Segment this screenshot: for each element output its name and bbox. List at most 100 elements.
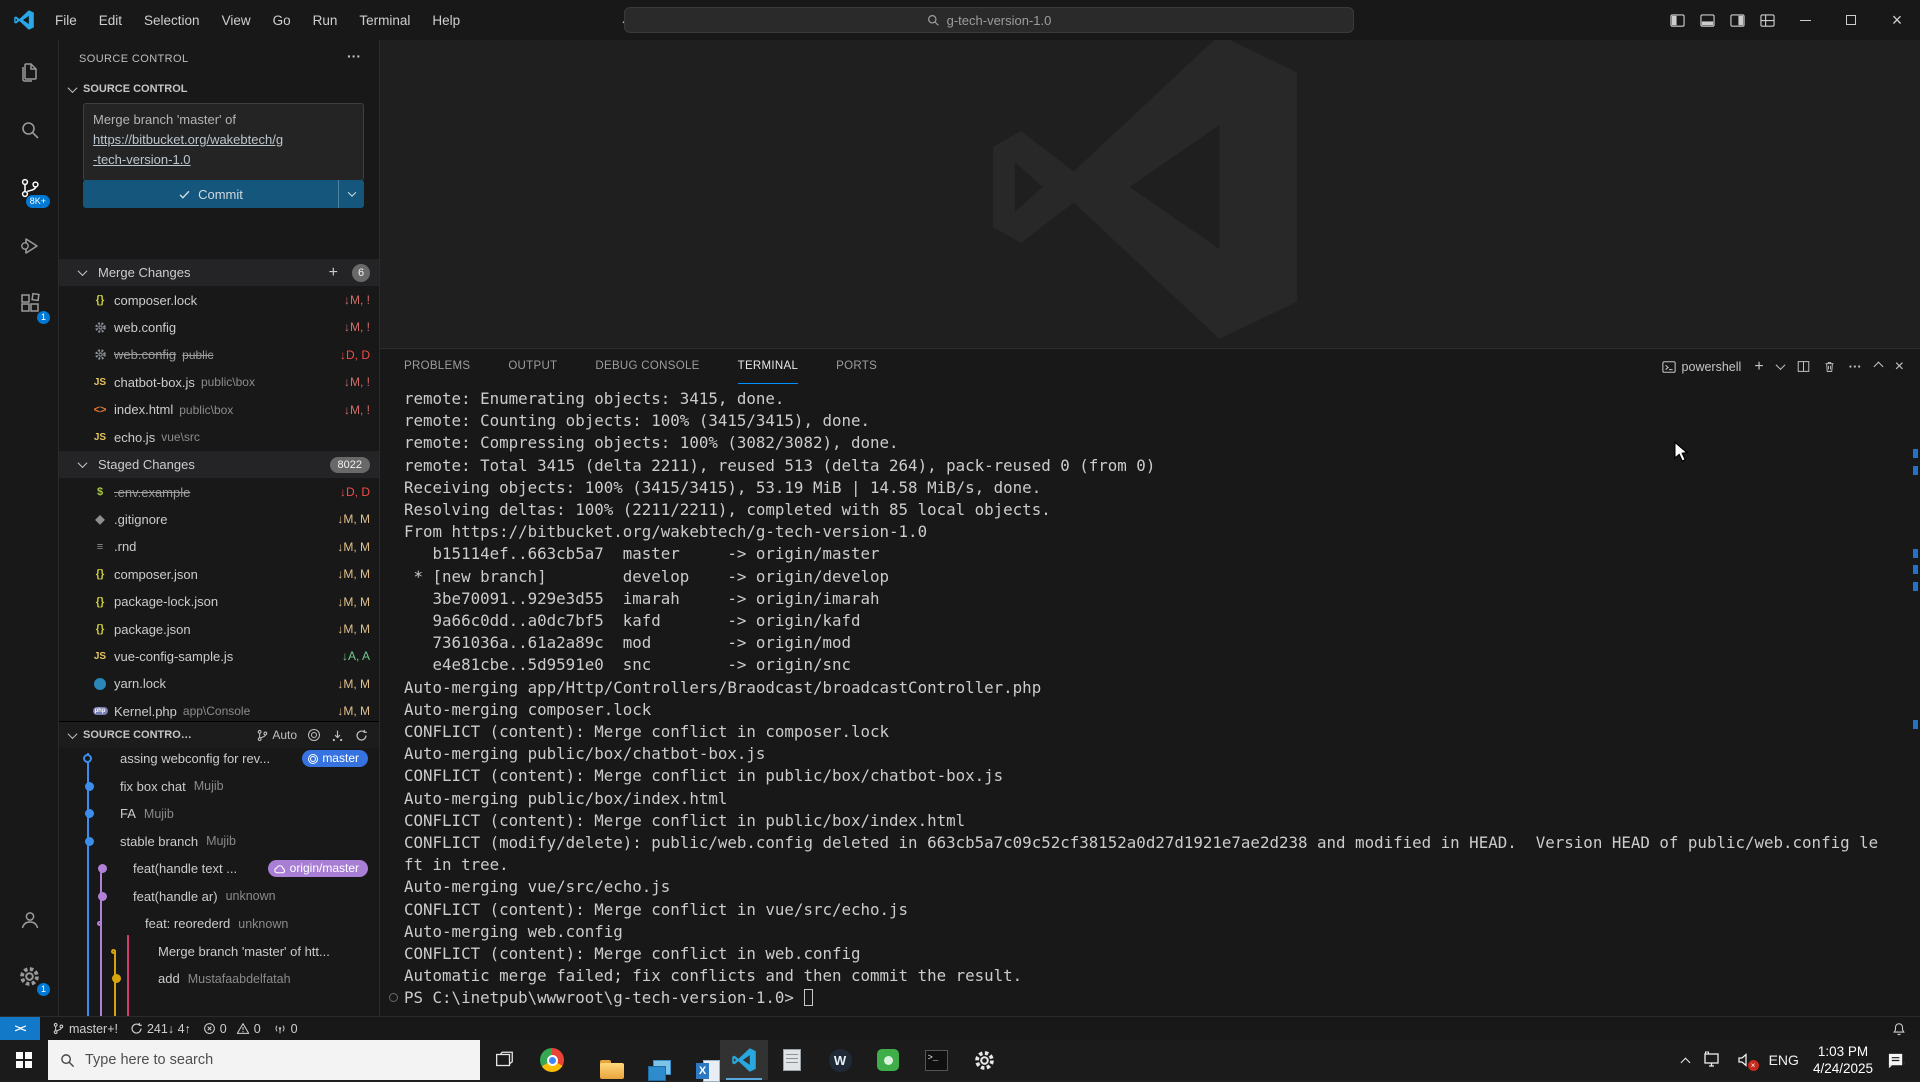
account-button[interactable] <box>0 896 59 944</box>
file-row[interactable]: <> index.html public\box ↓M, ! <box>59 396 379 423</box>
file-row[interactable]: {} package-lock.json ↓M, M <box>59 588 379 615</box>
file-row[interactable]: {} composer.lock ↓M, ! <box>59 286 379 313</box>
taskbar-app-vscode[interactable] <box>720 1040 768 1080</box>
maximize-panel-icon[interactable] <box>1873 361 1884 372</box>
clock[interactable]: 1:03 PM 4/24/2025 <box>1813 1043 1873 1077</box>
panel-tab-output[interactable]: OUTPUT <box>508 349 557 384</box>
sync-status[interactable]: 241↓ 4↑ <box>130 1022 191 1036</box>
taskbar-app-w-app[interactable]: W <box>816 1040 864 1080</box>
file-row[interactable]: {} package.json ↓M, M <box>59 615 379 642</box>
graph-commit-row[interactable]: feat(handle ar) unknown <box>59 883 379 911</box>
sidebar-item-run-debug[interactable] <box>0 222 59 270</box>
file-row[interactable]: php Kernel.php app\Console ↓M, M <box>59 698 379 725</box>
taskbar-app-excel[interactable]: X <box>672 1040 720 1082</box>
file-row[interactable]: ≡ .rnd ↓M, M <box>59 533 379 560</box>
file-row[interactable]: {} composer.json ↓M, M <box>59 561 379 588</box>
commit-message-input[interactable]: Merge branch 'master' of https://bitbuck… <box>83 103 364 181</box>
menu-item-go[interactable]: Go <box>264 9 300 32</box>
terminal-instance[interactable]: powershell <box>1661 360 1741 374</box>
graph-commit-row[interactable]: assing webconfig for rev... master <box>59 745 379 773</box>
command-decoration-icon[interactable] <box>389 993 398 1003</box>
branch-badge-origin-master[interactable]: origin/master <box>267 860 368 878</box>
menu-item-help[interactable]: Help <box>423 9 469 32</box>
file-row[interactable]: JS echo.js vue\src <box>59 423 379 450</box>
file-row[interactable]: $ .env.example ↓D, D <box>59 478 379 505</box>
fetch-icon[interactable] <box>331 729 344 742</box>
panel-tab-ports[interactable]: PORTS <box>836 349 877 384</box>
menu-item-file[interactable]: File <box>46 9 86 32</box>
sidebar-item-extensions[interactable]: 1 <box>0 280 59 328</box>
toggle-panel-left-icon[interactable] <box>1662 0 1692 40</box>
graph-commit-row[interactable]: FA Mujib <box>59 800 379 828</box>
kill-terminal-icon[interactable] <box>1823 360 1836 373</box>
graph-commit-row[interactable]: feat: reorederd unknown <box>59 910 379 938</box>
action-center-icon[interactable] <box>1887 1051 1906 1070</box>
more-actions-icon[interactable]: ··· <box>347 48 361 64</box>
commit-dropdown[interactable] <box>338 180 364 208</box>
menu-item-terminal[interactable]: Terminal <box>350 9 419 32</box>
panel-tab-terminal[interactable]: TERMINAL <box>737 349 799 384</box>
goto-current-history-item-icon[interactable] <box>308 729 320 741</box>
add-changes-icon[interactable]: + <box>329 264 338 282</box>
file-row[interactable]: JS chatbot-box.js public\box ↓M, ! <box>59 369 379 396</box>
panel-tab-problems[interactable]: PROBLEMS <box>404 349 470 384</box>
close-button[interactable]: × <box>1874 0 1920 40</box>
remote-indicator[interactable]: >< <box>0 1016 40 1041</box>
new-terminal-button[interactable]: + <box>1754 358 1763 376</box>
taskbar-app-file-explorer[interactable] <box>576 1040 624 1080</box>
graph-commit-row[interactable]: stable branch Mujib <box>59 828 379 856</box>
toggle-panel-bottom-icon[interactable] <box>1692 0 1722 40</box>
sidebar-item-explorer[interactable] <box>0 48 59 96</box>
close-panel-icon[interactable]: × <box>1895 358 1904 376</box>
commit-button[interactable]: Commit <box>83 180 364 208</box>
language-indicator[interactable]: ENG <box>1769 1052 1799 1068</box>
maximize-button[interactable] <box>1828 0 1874 40</box>
file-row[interactable]: yarn.lock ↓M, M <box>59 670 379 697</box>
sidebar-item-search[interactable] <box>0 106 59 154</box>
terminal-dropdown-icon[interactable] <box>1775 360 1786 371</box>
file-row[interactable]: web.config public ↓D, D <box>59 341 379 368</box>
volume-muted-icon[interactable]: × <box>1737 1051 1759 1071</box>
menu-item-selection[interactable]: Selection <box>135 9 209 32</box>
refresh-icon[interactable] <box>355 729 368 742</box>
scm-section-header[interactable]: SOURCE CONTROL <box>67 78 188 100</box>
problems-status[interactable]: 0 0 <box>203 1022 261 1036</box>
section-header-staged[interactable]: Staged Changes 8022 <box>59 451 379 479</box>
file-row[interactable]: ◆ .gitignore ↓M, M <box>59 506 379 533</box>
taskbar-app-chrome[interactable] <box>528 1040 576 1080</box>
auto-fetch-toggle[interactable]: Auto <box>256 728 297 742</box>
taskbar-search[interactable]: Type here to search <box>48 1040 480 1080</box>
graph-commit-row[interactable]: fix box chat Mujib <box>59 773 379 801</box>
graph-commit-row[interactable]: Merge branch 'master' of htt... <box>59 938 379 966</box>
start-button[interactable] <box>0 1040 48 1080</box>
network-icon[interactable] <box>1703 1051 1723 1069</box>
more-actions-icon[interactable]: ··· <box>1849 359 1862 374</box>
graph-commit-row[interactable]: add Mustafaabdelfatah <box>59 965 379 993</box>
menu-item-view[interactable]: View <box>213 9 260 32</box>
tray-expand-icon[interactable] <box>1680 1057 1691 1067</box>
settings-button[interactable]: 1 <box>0 952 59 1000</box>
taskbar-app-settings[interactable] <box>960 1040 1008 1080</box>
menu-item-edit[interactable]: Edit <box>90 9 131 32</box>
command-center-search[interactable]: g-tech-version-1.0 <box>624 7 1354 33</box>
task-view-button[interactable] <box>480 1040 528 1080</box>
graph-commit-row[interactable]: feat(handle text ... origin/master <box>59 855 379 883</box>
file-row[interactable]: JS vue-config-sample.js ↓A, A <box>59 643 379 670</box>
branch-status[interactable]: master+! <box>52 1022 118 1036</box>
branch-badge-master[interactable]: master <box>302 750 368 768</box>
minimize-button[interactable] <box>1782 0 1828 40</box>
taskbar-app-window-blue[interactable] <box>624 1040 672 1081</box>
menu-item-run[interactable]: Run <box>304 9 347 32</box>
toggle-panel-right-icon[interactable] <box>1722 0 1752 40</box>
taskbar-app-terminal[interactable]: >_ <box>912 1040 960 1080</box>
terminal-output[interactable]: remote: Enumerating objects: 3415, done.… <box>404 388 1878 1010</box>
sidebar-item-source-control[interactable]: 8K+ <box>0 164 59 212</box>
section-header-merge[interactable]: Merge Changes +6 <box>59 259 379 287</box>
ports-status[interactable]: 0 <box>273 1022 298 1036</box>
notifications-bell[interactable] <box>1892 1022 1906 1036</box>
taskbar-app-green-app[interactable] <box>864 1040 912 1080</box>
taskbar-app-notepad[interactable] <box>768 1040 816 1080</box>
file-row[interactable]: web.config ↓M, ! <box>59 314 379 341</box>
panel-tab-debug-console[interactable]: DEBUG CONSOLE <box>595 349 699 384</box>
split-terminal-icon[interactable] <box>1797 360 1810 373</box>
